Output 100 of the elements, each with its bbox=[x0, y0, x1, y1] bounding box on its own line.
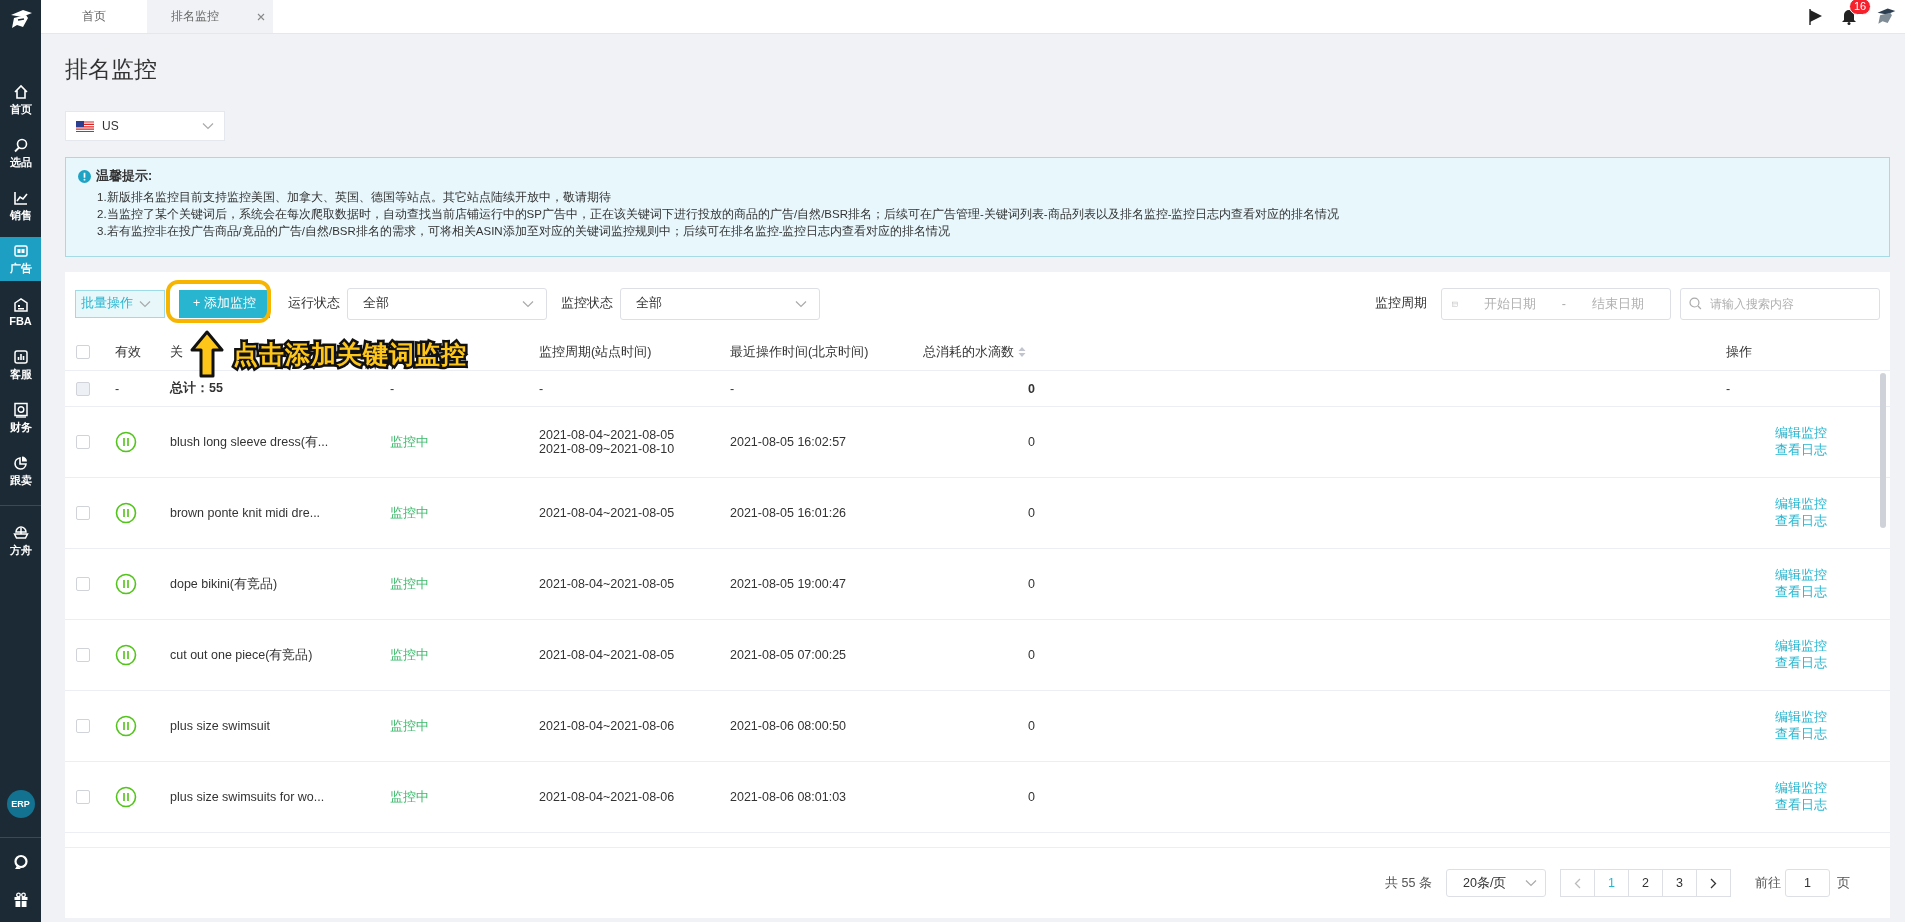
erp-badge[interactable]: ERP bbox=[6, 790, 35, 818]
notice-text: 3.若有监控非在投广告商品/竟品的广告/自然/BSR排名的需求，可将相关ASIN添加至对应的关键词监控规则中；后续可在排名监控-监控日志内查看对应的排名情况 bbox=[96, 224, 952, 239]
end-date-input[interactable]: 结束日期 bbox=[1576, 295, 1660, 312]
time-text: 2021-08-05 07:00:25 bbox=[730, 648, 847, 662]
checkbox[interactable] bbox=[76, 506, 90, 520]
period-text: 2021-08-04~2021-08-05 bbox=[539, 648, 675, 662]
bell-icon[interactable] bbox=[1841, 8, 1857, 25]
cell-text: - bbox=[390, 381, 395, 396]
keyword-text: cut out one piece(有竞品) bbox=[170, 646, 313, 664]
search-icon bbox=[12, 136, 29, 153]
period-text: 2021-08-04~2021-08-05 bbox=[539, 577, 675, 591]
chevron-left-icon bbox=[1574, 877, 1581, 889]
checkbox[interactable] bbox=[76, 790, 90, 804]
checkbox[interactable] bbox=[76, 648, 90, 662]
filter-select[interactable]: 全部 bbox=[347, 287, 547, 320]
pause-icon[interactable] bbox=[115, 573, 137, 595]
count-text: 0 bbox=[1028, 577, 1035, 591]
info-icon bbox=[78, 170, 91, 183]
column-header: 总消耗的水滴数 bbox=[923, 343, 1014, 361]
sort-icon[interactable] bbox=[1018, 346, 1026, 358]
column-header: 最近操作时间(北京时间) bbox=[730, 343, 869, 361]
chevron-down-icon bbox=[139, 299, 151, 308]
status-text: 监控中 bbox=[390, 575, 429, 593]
guide-text: 点击添加关键词监控 bbox=[233, 339, 467, 370]
checkbox[interactable] bbox=[76, 345, 90, 359]
keyword-text: plus size swimsuit bbox=[170, 719, 271, 733]
search-field[interactable]: 请输入搜索内容 bbox=[1680, 287, 1880, 320]
page-tab[interactable]: 首页 bbox=[41, 0, 147, 33]
pause-icon[interactable] bbox=[115, 715, 137, 737]
chevron-down-icon bbox=[795, 299, 807, 308]
search-input[interactable]: 请输入搜索内容 bbox=[1707, 295, 1871, 312]
sidebar-item[interactable]: 销售 bbox=[0, 184, 41, 228]
time-text: 2021-08-05 16:02:57 bbox=[730, 435, 847, 449]
site-select[interactable]: US bbox=[65, 111, 225, 141]
filter-select[interactable]: 全部 bbox=[620, 287, 820, 320]
period-text: 2021-08-04~2021-08-06 bbox=[539, 790, 675, 804]
checkbox[interactable] bbox=[76, 577, 90, 591]
start-date-input[interactable]: 开始日期 bbox=[1467, 295, 1552, 312]
chevron-down-icon bbox=[522, 299, 534, 308]
cell-text: - bbox=[1726, 381, 1731, 396]
goto-label: 前往 bbox=[1755, 874, 1781, 892]
sidebar-item[interactable]: 方舟 bbox=[0, 519, 41, 563]
notice-text: 1.新版排名监控目前支持监控美国、加拿大、英国、德国等站点。其它站点陆续开放中，敬请期待 bbox=[96, 190, 612, 205]
sidebar-item[interactable]: 财务 bbox=[0, 396, 41, 440]
arrow-icon bbox=[190, 330, 224, 378]
status-text: 监控中 bbox=[390, 646, 429, 664]
page-button[interactable]: 3 bbox=[1662, 869, 1697, 897]
status-text: 监控中 bbox=[390, 433, 429, 451]
period-text: 2021-08-09~2021-08-10 bbox=[539, 442, 675, 456]
ad-icon bbox=[12, 242, 29, 259]
count-text: 0 bbox=[1028, 648, 1035, 662]
sidebar-item[interactable]: FBA bbox=[0, 290, 41, 334]
sidebar-item[interactable]: 跟卖 bbox=[0, 449, 41, 493]
page-size-select[interactable]: 20条/页 bbox=[1446, 869, 1546, 897]
total-count-text: 共 55 条 bbox=[1385, 874, 1432, 892]
column-header: 监控周期(站点时间) bbox=[539, 343, 652, 361]
chart-icon bbox=[12, 189, 29, 206]
status-text: 监控中 bbox=[390, 504, 429, 522]
page-tab[interactable]: 排名监控 bbox=[147, 0, 273, 33]
total-count: 0 bbox=[1028, 381, 1035, 396]
scrollbar[interactable] bbox=[1880, 373, 1886, 528]
page-title: 排名监控 bbox=[65, 55, 158, 84]
cell-text: - bbox=[539, 381, 544, 396]
keyword-text: brown ponte knit midi dre... bbox=[170, 506, 321, 520]
warehouse-icon bbox=[12, 297, 29, 313]
cell-text: - bbox=[730, 381, 735, 396]
checkbox[interactable] bbox=[76, 719, 90, 733]
pause-icon[interactable] bbox=[115, 502, 137, 524]
count-text: 0 bbox=[1028, 790, 1035, 804]
pause-icon[interactable] bbox=[115, 786, 137, 808]
ship-icon bbox=[12, 524, 29, 541]
close-icon[interactable] bbox=[257, 12, 265, 21]
column-header: 有效 bbox=[115, 343, 141, 361]
sidebar-item[interactable]: 首页 bbox=[0, 78, 41, 122]
sidebar-item[interactable]: 客服 bbox=[0, 343, 41, 387]
pause-icon[interactable] bbox=[115, 644, 137, 666]
time-text: 2021-08-05 16:01:26 bbox=[730, 506, 847, 520]
sidebar-item[interactable]: 广告 bbox=[0, 237, 41, 281]
notice-text: 2.当监控了某个关键词后，系统会在每次爬取数据时，自动查找当前店铺运行中的SP广告中，正在该关键词下进行投放的商品的广告/自然/BSR排名；后续可在广告管理-关键词列表-商品列表以及排名监控-监控日志内查看对应的排名情况 bbox=[96, 207, 1341, 222]
status-text: 监控中 bbox=[390, 717, 429, 735]
checkbox[interactable] bbox=[76, 435, 90, 449]
period-text: 2021-08-04~2021-08-05 bbox=[539, 428, 675, 442]
chevron-down-icon bbox=[1525, 879, 1537, 887]
count-text: 0 bbox=[1028, 719, 1035, 733]
search-icon bbox=[1689, 297, 1702, 310]
count-text: 0 bbox=[1028, 435, 1035, 449]
gift-icon[interactable] bbox=[12, 892, 29, 908]
sidebar-item[interactable]: 选品 bbox=[0, 131, 41, 175]
keyword-text: dope bikini(有竞品) bbox=[170, 575, 278, 593]
page-button[interactable]: 2 bbox=[1628, 869, 1663, 897]
pause-icon[interactable] bbox=[115, 431, 137, 453]
home-icon bbox=[12, 83, 29, 100]
money-icon bbox=[12, 401, 29, 418]
column-header: 操作 bbox=[1726, 343, 1752, 361]
bar-chart-icon bbox=[12, 348, 29, 365]
page-input[interactable]: 1 bbox=[1785, 869, 1830, 897]
next-page-button[interactable] bbox=[1696, 869, 1731, 897]
filter-label: 监控状态 bbox=[561, 295, 613, 312]
time-text: 2021-08-06 08:01:03 bbox=[730, 790, 847, 804]
prev-page-button[interactable] bbox=[1560, 869, 1595, 897]
